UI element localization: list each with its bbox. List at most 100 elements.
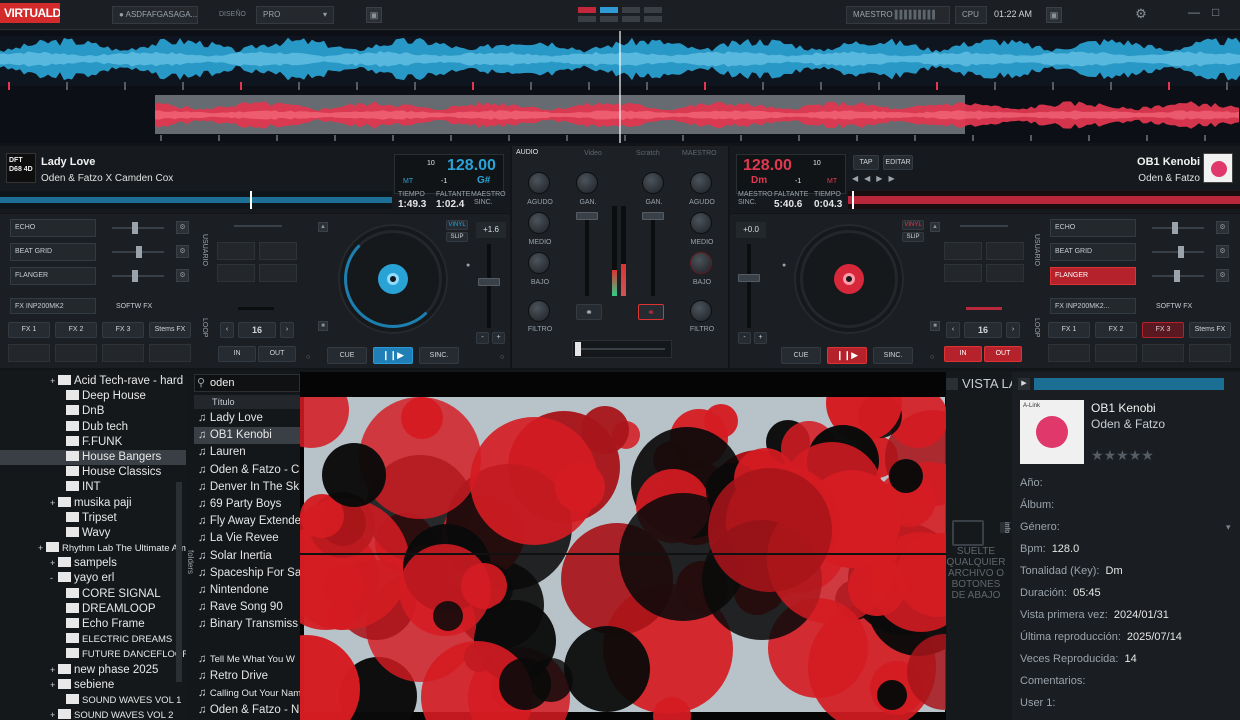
folder-item[interactable]: + new phase 2025 — [0, 663, 186, 678]
expand-toggle[interactable]: + — [50, 374, 58, 389]
left-pad-2[interactable] — [259, 242, 297, 260]
gear-icon[interactable]: ⚙ — [1133, 7, 1149, 23]
left-fx1-slider[interactable] — [112, 222, 164, 234]
left-fx3-select[interactable]: FLANGER — [10, 267, 96, 285]
right-fx3-slider[interactable] — [1152, 270, 1204, 282]
right-stems-slot[interactable] — [1189, 344, 1231, 362]
left-volume-fader[interactable] — [585, 212, 589, 296]
right-stems-fx-button[interactable]: Stems FX — [1189, 322, 1231, 338]
folder-item[interactable]: FUTURE DANCEFLOOR — [0, 647, 186, 662]
gear-icon[interactable]: ⚙ — [1216, 221, 1229, 234]
layout-selector[interactable] — [578, 7, 664, 23]
stop-icon[interactable]: ■ — [930, 321, 940, 331]
left-fx3-slider[interactable] — [112, 270, 164, 282]
track-row[interactable]: ♫ Denver In The Sk — [194, 479, 300, 496]
expand-toggle[interactable]: + — [50, 663, 58, 678]
mixer-tab-video[interactable]: Video — [584, 150, 602, 157]
info-play-icon[interactable]: ▶ — [1018, 378, 1030, 390]
expand-toggle[interactable]: + — [50, 678, 58, 693]
info-tab[interactable]: info — [1000, 522, 1010, 534]
folder-item[interactable]: House Bangers — [0, 449, 186, 466]
right-loop-out[interactable]: OUT — [984, 346, 1022, 362]
left-fx1-select[interactable]: ECHO — [10, 219, 96, 237]
right-fx1-slider-thumb[interactable] — [1172, 222, 1178, 234]
folder-item[interactable]: Wavy — [0, 526, 186, 541]
track-row[interactable]: ♫ OB1 Kenobi — [194, 427, 300, 445]
right-fx3-button[interactable]: FX 3 — [1142, 322, 1184, 338]
eject-icon[interactable]: ▲ — [930, 222, 940, 232]
track-row[interactable]: ♫ Lauren — [194, 444, 300, 461]
info-field[interactable]: Duración: 05:45 — [1020, 582, 1236, 604]
right-jog-wheel[interactable] — [794, 224, 904, 334]
left-pitch-minus[interactable]: - — [476, 332, 489, 344]
left-fx1-slider-thumb[interactable] — [132, 222, 138, 234]
folder-item[interactable]: House Classics — [0, 465, 186, 480]
track-row[interactable]: ♫ Tell Me What You W — [194, 651, 300, 668]
track-row[interactable]: ♫ Fly Away Extende — [194, 513, 300, 530]
right-headphone-icon[interactable]: ⚭ — [638, 304, 664, 320]
left-stems-fx-button[interactable]: Stems FX — [149, 322, 191, 338]
right-volume-cap[interactable] — [642, 212, 664, 220]
track-row[interactable]: ♫ Solar Inertia — [194, 548, 300, 565]
folder-item[interactable]: + Acid Tech-rave - hard — [0, 374, 186, 389]
left-loop-prev[interactable]: ‹ — [220, 322, 234, 338]
left-loop-in[interactable]: IN — [218, 346, 256, 362]
track-row[interactable]: ♫ Rave Song 90 — [194, 599, 300, 616]
right-filter-knob[interactable] — [690, 300, 712, 322]
right-fx1-select[interactable]: ECHO — [1050, 219, 1136, 237]
left-fx1-button[interactable]: FX 1 — [8, 322, 50, 338]
right-cue-button[interactable]: CUE — [781, 347, 821, 364]
left-gain-knob[interactable] — [576, 172, 598, 194]
gear-icon[interactable]: ⚙ — [176, 245, 189, 258]
lock-icon[interactable]: ● — [466, 262, 470, 269]
left-pitch-plus[interactable]: + — [492, 332, 505, 344]
left-pad-slider[interactable] — [234, 225, 282, 227]
crossfader-cap[interactable] — [575, 342, 581, 356]
right-pad-4[interactable] — [986, 264, 1024, 282]
info-field[interactable]: Año: — [1020, 472, 1236, 494]
left-mini-waveform[interactable] — [0, 191, 392, 209]
mixer-tab-scratch[interactable]: Scratch — [636, 150, 660, 157]
left-fx3-slider-thumb[interactable] — [132, 270, 138, 282]
right-fx1-slot[interactable] — [1048, 344, 1090, 362]
right-fx2-select[interactable]: BEAT GRID — [1050, 243, 1136, 261]
folder-item[interactable]: + musika paji — [0, 496, 186, 511]
right-fx-device-select[interactable]: FX INP200MK2... — [1050, 298, 1136, 314]
record-icon[interactable]: ▣ — [1046, 7, 1062, 23]
track-row[interactable] — [194, 633, 300, 650]
folder-item[interactable]: Tripset — [0, 511, 186, 526]
left-mt[interactable]: MT — [403, 178, 413, 185]
right-play-button[interactable]: ❙❙▶ — [827, 347, 867, 364]
right-loop-slider[interactable] — [966, 307, 1002, 310]
right-volume-fader[interactable] — [651, 212, 655, 296]
star-icon[interactable]: ★ — [1091, 447, 1104, 463]
left-slip-button[interactable]: SLIP — [446, 232, 468, 242]
folder-item[interactable]: CORE SIGNAL — [0, 587, 186, 602]
right-mini-waveform[interactable] — [848, 191, 1240, 209]
left-pad-4[interactable] — [259, 264, 297, 282]
track-row[interactable]: ♫ Nintendone — [194, 582, 300, 599]
left-record-dot-icon[interactable]: ○ — [306, 354, 310, 361]
right-fx1-slider[interactable] — [1152, 222, 1204, 234]
star-icon[interactable]: ★ — [1129, 447, 1142, 463]
right-sync-button[interactable]: SINC. — [873, 347, 913, 364]
left-play-button[interactable]: ❙❙▶ — [373, 347, 413, 364]
info-field[interactable]: Bpm: 128.0 — [1020, 538, 1236, 560]
expand-toggle[interactable]: + — [50, 556, 58, 571]
track-row[interactable]: ♫ Calling Out Your Name (I — [194, 685, 300, 702]
right-softw-fx[interactable]: SOFTW FX — [1156, 303, 1192, 310]
track-row[interactable]: ♫ Retro Drive — [194, 668, 300, 685]
folder-item[interactable]: INT — [0, 480, 186, 495]
left-stems-slot[interactable] — [149, 344, 191, 362]
right-fx3-slot[interactable] — [1142, 344, 1184, 362]
info-field[interactable]: Veces Reproducida: 14 — [1020, 648, 1236, 670]
right-tap-button[interactable]: TAP — [853, 155, 879, 170]
left-vinyl-button[interactable]: VINYL — [446, 220, 468, 230]
right-pitch-plus[interactable]: + — [754, 332, 767, 344]
info-field[interactable]: Género: — [1020, 516, 1236, 538]
track-row[interactable]: ♫ Oden & Fatzo - N — [194, 702, 300, 719]
expand-toggle[interactable]: - — [50, 571, 58, 586]
left-volume-cap[interactable] — [576, 212, 598, 220]
left-mid-knob[interactable] — [528, 212, 550, 234]
track-row[interactable]: ♫ Binary Transmiss — [194, 616, 300, 633]
